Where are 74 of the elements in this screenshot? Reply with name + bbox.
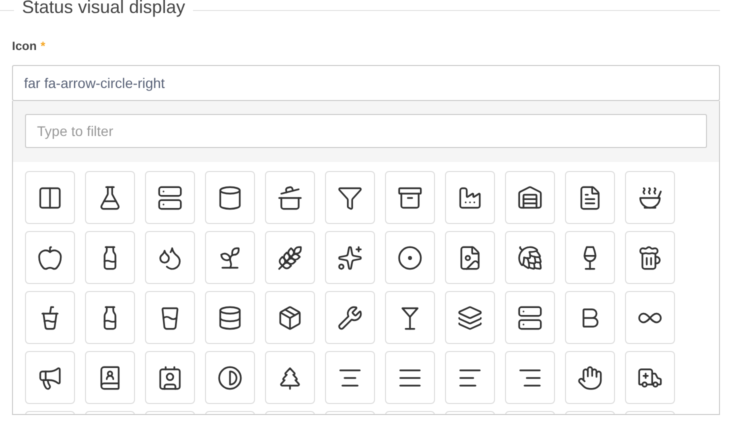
icon-option[interactable] bbox=[265, 171, 315, 224]
layers-icon bbox=[457, 304, 483, 330]
megaphone-icon bbox=[37, 364, 63, 390]
columns-icon bbox=[37, 184, 63, 210]
icon-option[interactable] bbox=[85, 171, 135, 224]
icon-option[interactable] bbox=[625, 291, 675, 344]
pine-tree-icon bbox=[277, 364, 303, 390]
hop-icon bbox=[517, 244, 543, 270]
icon-option[interactable] bbox=[445, 351, 495, 404]
icon-option[interactable] bbox=[145, 171, 195, 224]
icon-option[interactable] bbox=[205, 171, 255, 224]
wrench-icon bbox=[337, 304, 363, 330]
cooking-pot-icon bbox=[277, 184, 303, 210]
icon-option[interactable] bbox=[385, 351, 435, 404]
apple-icon bbox=[37, 244, 63, 270]
icon-option[interactable] bbox=[445, 291, 495, 344]
icon-option[interactable] bbox=[145, 231, 195, 284]
icon-option[interactable] bbox=[505, 171, 555, 224]
icon-option[interactable] bbox=[145, 351, 195, 404]
icon-option[interactable] bbox=[565, 291, 615, 344]
icon-option[interactable] bbox=[85, 291, 135, 344]
database-icon bbox=[217, 304, 243, 330]
icon-option[interactable] bbox=[205, 351, 255, 404]
wheat-icon bbox=[277, 244, 303, 270]
icon-option[interactable] bbox=[205, 291, 255, 344]
icon-option[interactable] bbox=[205, 231, 255, 284]
icon-option[interactable] bbox=[505, 351, 555, 404]
icon-select-field[interactable]: far fa-arrow-circle-right bbox=[12, 65, 720, 101]
package-icon bbox=[277, 304, 303, 330]
icon-option[interactable] bbox=[505, 291, 555, 344]
bowl-icon bbox=[637, 184, 663, 210]
icon-option[interactable] bbox=[625, 171, 675, 224]
icon-option[interactable] bbox=[625, 231, 675, 284]
server-icon bbox=[157, 184, 183, 210]
icon-option[interactable] bbox=[265, 291, 315, 344]
icon-option[interactable] bbox=[565, 351, 615, 404]
circle-dot-icon bbox=[397, 244, 423, 270]
icon-option[interactable] bbox=[265, 351, 315, 404]
sparkles-icon bbox=[337, 244, 363, 270]
factory-icon bbox=[457, 184, 483, 210]
icon-option[interactable] bbox=[325, 351, 375, 404]
icon-option[interactable] bbox=[25, 231, 75, 284]
icon-option[interactable] bbox=[565, 231, 615, 284]
icon-option[interactable] bbox=[385, 231, 435, 284]
contrast-icon bbox=[217, 364, 243, 390]
hand-icon bbox=[577, 364, 603, 390]
icon-option[interactable] bbox=[385, 171, 435, 224]
icon-option[interactable] bbox=[625, 351, 675, 404]
icon-option[interactable] bbox=[25, 351, 75, 404]
icon-option[interactable] bbox=[145, 291, 195, 344]
icon-option[interactable] bbox=[25, 291, 75, 344]
icon-option[interactable] bbox=[385, 291, 435, 344]
icon-option[interactable] bbox=[445, 171, 495, 224]
server-icon bbox=[517, 304, 543, 330]
icon-option[interactable] bbox=[85, 351, 135, 404]
cylinder-icon bbox=[217, 184, 243, 210]
icon-option[interactable] bbox=[25, 171, 75, 224]
icon-option[interactable] bbox=[85, 231, 135, 284]
funnel-icon bbox=[337, 184, 363, 210]
contact-card-icon bbox=[157, 364, 183, 390]
required-mark: * bbox=[40, 39, 46, 53]
warehouse-icon bbox=[517, 184, 543, 210]
icon-option[interactable] bbox=[325, 171, 375, 224]
icon-option[interactable] bbox=[505, 231, 555, 284]
field-label: Icon bbox=[12, 39, 37, 53]
icon-option[interactable] bbox=[565, 171, 615, 224]
beer-mug-icon bbox=[637, 244, 663, 270]
filter-input[interactable]: Type to filter bbox=[25, 114, 707, 148]
icon-option[interactable] bbox=[325, 291, 375, 344]
icon-option[interactable] bbox=[445, 231, 495, 284]
archive-box-icon bbox=[397, 184, 423, 210]
icon-option[interactable] bbox=[265, 231, 315, 284]
droplets-icon bbox=[157, 244, 183, 270]
icon-option[interactable] bbox=[325, 231, 375, 284]
